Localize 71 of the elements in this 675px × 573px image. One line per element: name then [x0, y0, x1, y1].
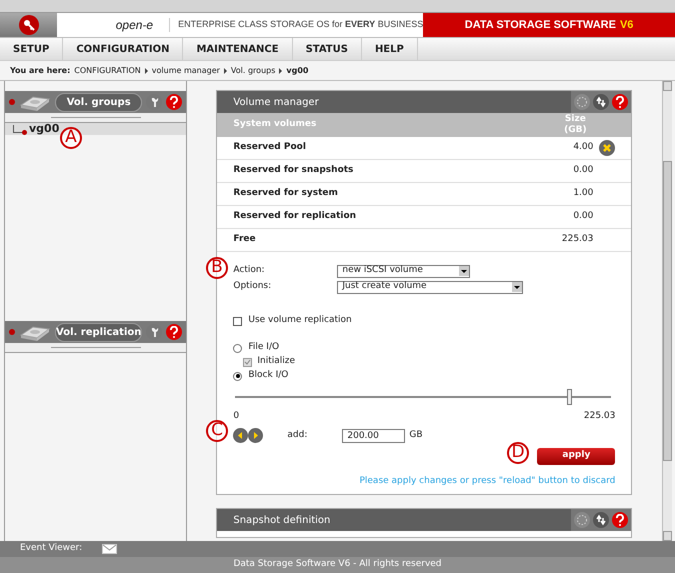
- brand-logo: open-e: [114, 17, 154, 34]
- breadcrumb-link[interactable]: CONFIGURATION: [74, 64, 141, 76]
- radio-label: File I/O: [248, 341, 280, 354]
- table-cell-text: 4.00: [573, 141, 594, 154]
- table-cell-text: Reserved for replication: [232, 210, 358, 224]
- checkbox-label: Initialize: [257, 355, 296, 368]
- help-icon[interactable]: [612, 94, 628, 110]
- product-version: V6: [620, 18, 634, 33]
- reload-icon[interactable]: [593, 94, 610, 110]
- event-viewer-label: Event Viewer:: [20, 542, 82, 556]
- table-cell-text: Reserved Pool: [232, 141, 307, 154]
- breadcrumb-link[interactable]: vg00: [286, 64, 308, 76]
- card-title: Snapshot definition: [232, 514, 332, 528]
- column-header: System volumes: [232, 118, 318, 132]
- table-cell-text: 225.03: [562, 233, 594, 246]
- radio-button[interactable]: [233, 372, 242, 380]
- checkbox[interactable]: [233, 316, 242, 326]
- separator-icon: [224, 68, 227, 74]
- caret-icon: [512, 282, 522, 292]
- panel-title: Vol. replication: [55, 322, 142, 342]
- callout-marker: C: [206, 420, 228, 442]
- table-cell-text: 1.00: [573, 187, 594, 200]
- separator-icon: [279, 68, 282, 74]
- separator-icon: [144, 68, 148, 74]
- breadcrumb-link[interactable]: Vol. groups: [230, 64, 276, 76]
- radio-button[interactable]: [233, 344, 242, 352]
- panel-title: Vol. groups: [55, 92, 142, 112]
- size-input[interactable]: 200.00: [342, 428, 406, 442]
- hint-text: Please apply changes or press "reload" button to discard: [359, 474, 616, 488]
- product-name: DATA STORAGE SOFTWARE: [464, 18, 616, 33]
- add-label: add:: [287, 428, 308, 442]
- breadcrumb-label: You are here:: [10, 64, 70, 76]
- table-cell-text: 0.00: [573, 164, 594, 178]
- breadcrumb-link[interactable]: volume manager: [152, 64, 220, 76]
- tree-node-icon: [13, 125, 25, 133]
- checkbox-label: Use volume replication: [248, 314, 352, 328]
- table-cell-text: Free: [232, 233, 257, 246]
- reload-icon[interactable]: [593, 512, 610, 528]
- pin-icon: [9, 99, 15, 105]
- unit-label: GB: [409, 428, 423, 442]
- scrollbar[interactable]: [662, 81, 672, 541]
- slider-min: 0: [233, 410, 240, 423]
- envelope-icon[interactable]: [102, 544, 118, 554]
- slider-thumb[interactable]: [567, 389, 572, 405]
- help-icon[interactable]: [166, 94, 182, 110]
- callout-marker: B: [206, 257, 228, 279]
- field-label: Options:: [233, 280, 272, 294]
- table-cell-text: Reserved for snapshots: [232, 164, 354, 178]
- table-cell-text: 0.00: [573, 210, 594, 224]
- table-cell-text: Reserved for system: [232, 187, 339, 200]
- key-icon: [18, 15, 39, 35]
- column-header: Size (GB): [563, 114, 588, 136]
- previous-icon[interactable]: [233, 428, 248, 443]
- slider-max: 225.03: [584, 410, 616, 423]
- callout-marker: D: [507, 442, 529, 464]
- remove-icon[interactable]: [599, 140, 616, 156]
- callout-marker: A: [60, 127, 82, 149]
- pin-icon: [9, 329, 15, 335]
- loading-icon: [574, 512, 590, 528]
- options-select[interactable]: Just create volume: [337, 280, 524, 294]
- next-icon[interactable]: [248, 428, 264, 443]
- footer-text: Data Storage Software V6 - All rights reserved: [233, 558, 442, 572]
- apply-button[interactable]: apply: [537, 448, 616, 464]
- help-icon[interactable]: [612, 512, 628, 528]
- field-label: Action:: [233, 264, 266, 278]
- help-icon[interactable]: [166, 324, 182, 340]
- card-title: Volume manager: [232, 96, 320, 110]
- caret-icon: [459, 266, 470, 276]
- radio-label: Block I/O: [248, 369, 288, 382]
- loading-icon: [574, 94, 590, 110]
- action-select[interactable]: new iSCSI volume: [337, 264, 470, 278]
